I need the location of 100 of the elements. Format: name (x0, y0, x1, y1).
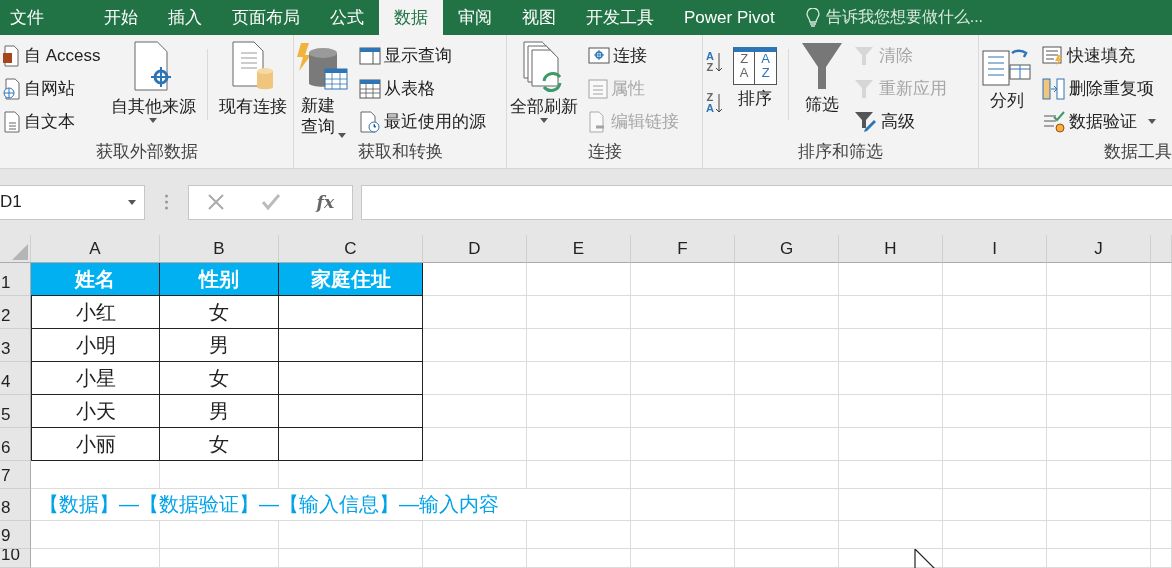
empty-cell[interactable] (423, 362, 527, 395)
ribbon-button[interactable]: 数据验证 (1039, 105, 1159, 138)
empty-cell[interactable] (1047, 329, 1151, 362)
empty-cell[interactable] (1151, 362, 1172, 395)
empty-cell[interactable] (631, 263, 735, 296)
ribbon-tab[interactable]: 开始 (89, 0, 153, 35)
empty-cell[interactable] (1151, 489, 1172, 521)
ribbon-button[interactable]: 自其他来源 (107, 39, 199, 140)
ribbon-button[interactable]: 显示查询 (356, 39, 489, 72)
empty-cell[interactable] (527, 428, 631, 461)
row-number[interactable]: 9 (0, 521, 31, 549)
empty-cell[interactable] (631, 489, 735, 521)
empty-cell[interactable] (839, 521, 943, 549)
cancel-icon[interactable] (206, 193, 225, 211)
ribbon-button[interactable]: 删除重复项 (1039, 72, 1159, 105)
empty-cell[interactable] (943, 329, 1047, 362)
column-header[interactable]: B (160, 235, 279, 263)
empty-cell[interactable] (735, 549, 839, 568)
column-header[interactable]: I (943, 235, 1047, 263)
empty-cell[interactable] (631, 296, 735, 329)
ribbon-button[interactable]: 现有连接 (215, 39, 290, 140)
empty-cell[interactable] (1047, 549, 1151, 568)
sort-button[interactable]: Z A (703, 86, 726, 119)
ribbon-button[interactable]: 新建查询 (294, 39, 352, 140)
ribbon-button[interactable]: 全部刷新 (507, 39, 581, 140)
formula-input[interactable] (361, 184, 1172, 220)
checkmark-icon[interactable] (260, 193, 281, 211)
ribbon-tab[interactable]: Power Pivot (669, 0, 790, 35)
row-number[interactable]: 3 (0, 329, 31, 362)
column-header[interactable]: E (527, 235, 631, 263)
empty-cell[interactable] (423, 521, 527, 549)
empty-cell[interactable] (527, 549, 631, 568)
row-number[interactable]: 2 (0, 296, 31, 329)
empty-cell[interactable] (1047, 263, 1151, 296)
empty-cell[interactable] (1151, 461, 1172, 489)
empty-cell[interactable] (279, 461, 423, 489)
empty-cell[interactable] (1151, 521, 1172, 549)
ribbon-button[interactable]: 自 Access (0, 39, 104, 72)
ribbon-button[interactable]: 筛选 (796, 39, 847, 140)
empty-cell[interactable] (1151, 428, 1172, 461)
empty-cell[interactable] (1151, 296, 1172, 329)
empty-cell[interactable] (943, 428, 1047, 461)
row-number[interactable]: 10 (0, 549, 31, 568)
empty-cell[interactable] (160, 549, 279, 568)
empty-cell[interactable] (423, 428, 527, 461)
ribbon-tab[interactable]: 视图 (507, 0, 571, 35)
empty-cell[interactable] (160, 521, 279, 549)
empty-cell[interactable] (631, 521, 735, 549)
empty-cell[interactable] (839, 461, 943, 489)
empty-cell[interactable] (1047, 395, 1151, 428)
empty-cell[interactable] (943, 362, 1047, 395)
ribbon-button[interactable]: 高级 (850, 105, 950, 138)
sort-button[interactable]: A Z (703, 45, 726, 78)
insert-function-button[interactable]: fx (316, 192, 335, 212)
empty-cell[interactable] (1047, 296, 1151, 329)
empty-cell[interactable] (943, 549, 1047, 568)
empty-cell[interactable] (943, 489, 1047, 521)
empty-cell[interactable] (839, 549, 943, 568)
column-header[interactable]: H (839, 235, 943, 263)
empty-cell[interactable] (1047, 428, 1151, 461)
empty-cell[interactable] (943, 395, 1047, 428)
ribbon-tab[interactable]: 公式 (315, 0, 379, 35)
name-box[interactable]: D1 (0, 184, 145, 220)
empty-cell[interactable] (735, 362, 839, 395)
empty-cell[interactable] (527, 521, 631, 549)
empty-cell[interactable] (423, 329, 527, 362)
empty-cell[interactable] (631, 549, 735, 568)
row-number[interactable]: 7 (0, 461, 31, 489)
column-header[interactable]: J (1047, 235, 1151, 263)
empty-cell[interactable] (839, 362, 943, 395)
empty-cell[interactable] (839, 296, 943, 329)
empty-cell[interactable] (527, 395, 631, 428)
empty-cell[interactable] (279, 549, 423, 568)
empty-cell[interactable] (423, 296, 527, 329)
ribbon-tab[interactable]: 开发工具 (571, 0, 669, 35)
empty-cell[interactable] (631, 362, 735, 395)
ribbon-button[interactable]: 分列 (979, 39, 1035, 140)
empty-cell[interactable] (1047, 362, 1151, 395)
empty-cell[interactable] (943, 263, 1047, 296)
empty-cell[interactable] (839, 263, 943, 296)
ribbon-tab[interactable]: 数据 (379, 0, 443, 35)
empty-cell[interactable] (527, 329, 631, 362)
empty-cell[interactable] (839, 395, 943, 428)
empty-cell[interactable] (527, 296, 631, 329)
column-header[interactable]: F (631, 235, 735, 263)
column-header[interactable]: A (31, 235, 160, 263)
empty-cell[interactable] (527, 461, 631, 489)
row-number[interactable]: 8 (0, 489, 31, 521)
empty-cell[interactable] (943, 461, 1047, 489)
column-header[interactable]: C (279, 235, 423, 263)
ribbon-tab[interactable]: 审阅 (443, 0, 507, 35)
ribbon-button[interactable]: 最近使用的源 (356, 105, 489, 138)
tell-me-field[interactable]: 告诉我您想要做什么... (825, 7, 984, 28)
empty-cell[interactable] (1151, 329, 1172, 362)
empty-cell[interactable] (1151, 395, 1172, 428)
empty-cell[interactable] (423, 461, 527, 489)
empty-cell[interactable] (735, 461, 839, 489)
empty-cell[interactable] (423, 549, 527, 568)
empty-cell[interactable] (631, 395, 735, 428)
empty-cell[interactable] (735, 489, 839, 521)
